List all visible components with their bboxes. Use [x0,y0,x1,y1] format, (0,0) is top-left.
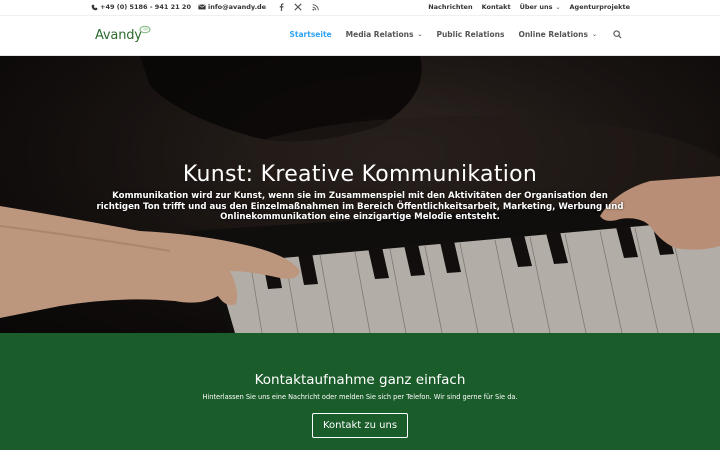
envelope-icon [198,4,206,10]
top-bar: +49 (0) 5186 - 941 21 20 info@avandy.de … [0,0,720,16]
nav-label: Startseite [289,30,332,39]
main-header: Avandy Startseite Media Relations ⌄ Publi… [0,16,720,56]
nav-label: Online Relations [518,30,588,39]
phone-icon [91,4,98,10]
top-contact-info: +49 (0) 5186 - 941 21 20 info@avandy.de [91,3,319,11]
top-secondary-nav: Nachrichten Kontakt Über uns ⌄ Agenturpro… [428,3,630,11]
contact-cta-section: Kontaktaufnahme ganz einfach Hinterlasse… [0,333,720,450]
x-twitter-icon[interactable] [294,3,302,11]
nav-item-startseite[interactable]: Startseite [290,30,332,39]
facebook-icon[interactable] [279,3,284,11]
site-logo[interactable]: Avandy [95,25,155,47]
chevron-down-icon: ⌄ [555,3,561,11]
main-nav: Startseite Media Relations ⌄ Public Relat… [290,30,623,39]
email-link[interactable]: info@avandy.de [198,3,266,11]
social-links [279,3,319,11]
nav-item-online-relations[interactable]: Online Relations ⌄ [518,30,597,39]
top-link-label: Über uns [519,3,553,11]
phone-link[interactable]: +49 (0) 5186 - 941 21 20 [91,3,191,11]
top-link-label: Kontakt [481,3,511,11]
chevron-down-icon: ⌄ [417,31,423,38]
top-link-label: Nachrichten [428,3,473,11]
search-icon[interactable] [613,30,622,39]
hero-title: Kunst: Kreative Kommunikation [182,162,538,187]
hero-section: Kunst: Kreative Kommunikation Kommunikat… [0,56,720,333]
nav-item-public-relations[interactable]: Public Relations [436,30,504,39]
nav-label: Public Relations [436,30,505,39]
nav-item-media-relations[interactable]: Media Relations ⌄ [346,30,423,39]
top-link-agenturprojekte[interactable]: Agenturprojekte [570,3,630,11]
top-link-ueber-uns[interactable]: Über uns ⌄ [520,3,561,11]
email-address: info@avandy.de [207,3,267,11]
cta-subtitle: Hinterlassen Sie uns eine Nachricht oder… [202,393,518,401]
cta-title: Kontaktaufnahme ganz einfach [254,372,466,388]
top-link-label: Agenturprojekte [569,3,630,11]
top-link-kontakt[interactable]: Kontakt [482,3,511,11]
nav-label: Media Relations [345,30,414,39]
rss-icon[interactable] [312,3,319,11]
hero-text: Kommunikation wird zur Kunst, wenn sie i… [96,191,624,222]
chevron-down-icon: ⌄ [591,31,597,38]
phone-number: +49 (0) 5186 - 941 21 20 [100,3,191,11]
logo-text: Avandy [95,28,142,43]
logo-swoosh-icon [139,25,151,34]
top-link-nachrichten[interactable]: Nachrichten [428,3,472,11]
contact-button[interactable]: Kontakt zu uns [312,413,408,438]
